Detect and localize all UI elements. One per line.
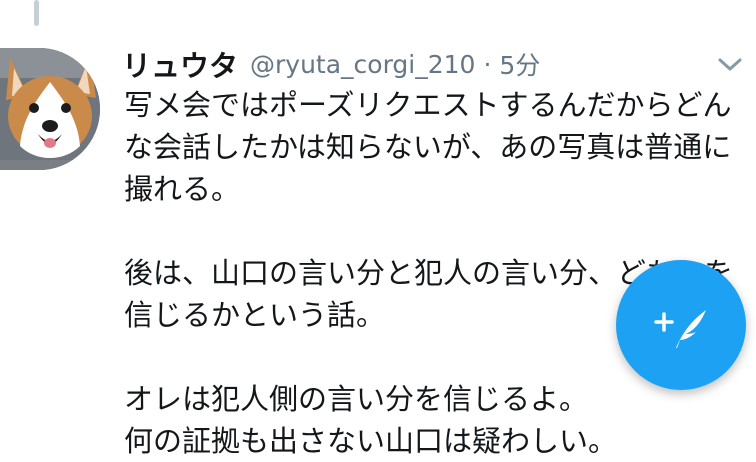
tweet-text-line: 撮れる。	[124, 172, 241, 206]
tweet-text-blank-line	[124, 210, 749, 252]
tweet-text-line: な会話したかは知らないが、あの写真は普通に	[124, 130, 732, 164]
user-display-name[interactable]: リュウタ	[122, 43, 238, 85]
avatar[interactable]	[0, 48, 100, 170]
tweet-timestamp[interactable]: 5分	[499, 46, 540, 82]
thread-connector-line	[34, 0, 39, 26]
tweet-header: リュウタ @ryuta_corgi_210 · 5分	[122, 42, 716, 86]
compose-tweet-icon	[654, 310, 706, 348]
tweet-text-line: 写メ会ではポーズリクエストするんだからどん	[124, 88, 732, 122]
header-separator: ·	[483, 49, 492, 79]
tweet-text-line: 何の証拠も出さない山口は疑わしい。	[124, 424, 618, 458]
corgi-dog-avatar	[0, 48, 100, 170]
compose-tweet-button[interactable]	[616, 260, 746, 390]
user-handle[interactable]: @ryuta_corgi_210	[250, 50, 475, 79]
chevron-down-icon[interactable]	[716, 54, 744, 74]
